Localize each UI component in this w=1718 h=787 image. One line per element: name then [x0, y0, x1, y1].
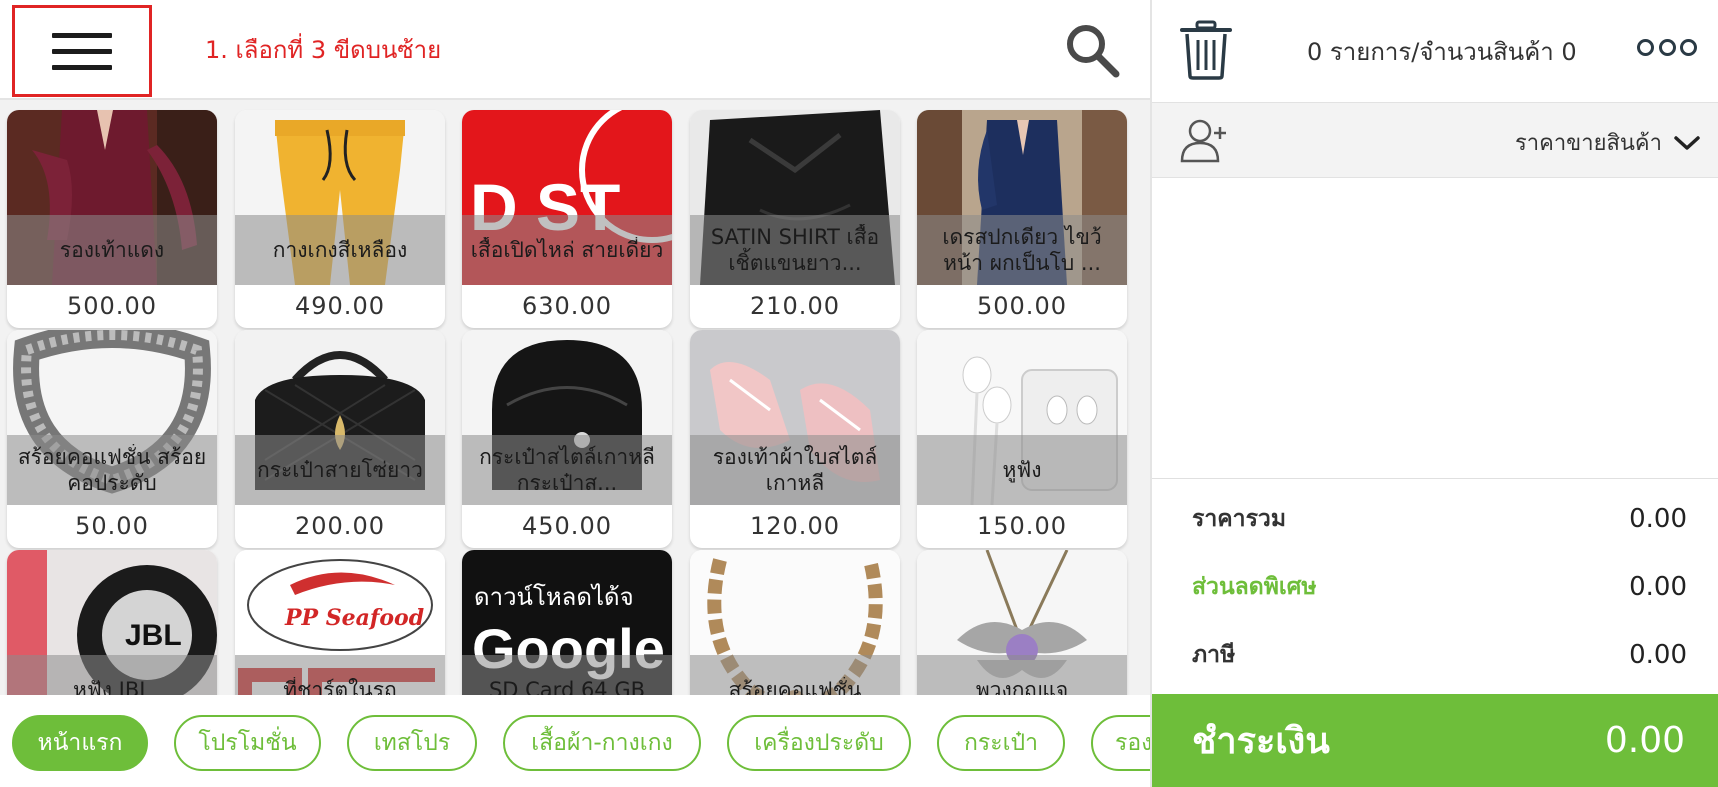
- jbl-logo-text: JBL: [125, 619, 182, 652]
- clear-cart-button[interactable]: [1180, 20, 1232, 80]
- product-card[interactable]: กางเกงสีเหลือง 490.00: [235, 110, 445, 328]
- product-card[interactable]: พวงกุญแจ: [917, 550, 1127, 695]
- banner-top-text: ดาวน์โหลดได้จ: [474, 583, 634, 611]
- product-name: กระเป๋าสไตล์เกาหลี กระเป๋าส...: [479, 445, 655, 495]
- pay-amount: 0.00: [1604, 720, 1685, 761]
- product-panel: 1. เลือกที่ 3 ขีดบนซ้าย รองเท้าแดง 500.0…: [0, 0, 1150, 787]
- product-name: รองเท้าแดง: [59, 238, 165, 262]
- pos-app: 1. เลือกที่ 3 ขีดบนซ้าย รองเท้าแดง 500.0…: [0, 0, 1718, 787]
- add-customer-button[interactable]: [1180, 117, 1230, 163]
- add-customer-icon: [1180, 119, 1226, 163]
- product-name: หูฟัง JBL: [73, 678, 151, 695]
- product-card[interactable]: ดาวน์โหลดได้จ Google SD Card 64 GB: [462, 550, 672, 695]
- discount-label: ส่วนลดพิเศษ: [1192, 574, 1317, 600]
- product-name: ที่ชาร์ตในรถ: [283, 678, 397, 695]
- product-card[interactable]: D ST เสื้อเปิดไหล่ สายเดี่ยว 630.00: [462, 110, 672, 328]
- category-tab-clothing[interactable]: เสื้อผ้า-กางเกง: [503, 715, 701, 771]
- product-card[interactable]: สร้อยคอแฟชั่น สร้อยคอประดับ 50.00: [7, 330, 217, 548]
- cart-items-list: [1152, 178, 1718, 478]
- menu-icon: [52, 31, 112, 71]
- product-card[interactable]: กระเป๋าสไตล์เกาหลี กระเป๋าส... 450.00: [462, 330, 672, 548]
- tax-value: 0.00: [1629, 640, 1687, 670]
- product-name: สร้อยคอแฟชั่น สร้อยคอประดับ: [17, 445, 207, 495]
- subtotal-value: 0.00: [1629, 504, 1687, 534]
- trash-icon: [1180, 20, 1232, 80]
- category-tab-shoes[interactable]: รองเท้า: [1091, 715, 1150, 771]
- product-price: 120.00: [750, 512, 840, 540]
- product-card[interactable]: รองเท้าผ้าใบสไตล์เกาหลี 120.00: [690, 330, 900, 548]
- chevron-down-icon: [1674, 135, 1700, 150]
- category-bar: หน้าแรก โปรโมชั่น เทสโปร เสื้อผ้า-กางเกง…: [0, 695, 1150, 787]
- product-price: 500.00: [67, 292, 157, 320]
- product-price: 150.00: [977, 512, 1067, 540]
- menu-button[interactable]: [12, 5, 152, 97]
- product-price: 210.00: [750, 292, 840, 320]
- product-name: SATIN SHIRT เสื้อเชิ้ตแขนยาว...: [710, 225, 880, 275]
- more-button[interactable]: [1637, 36, 1697, 58]
- customer-bar: ราคาขายสินค้า: [1152, 102, 1718, 178]
- discount-value: 0.00: [1629, 572, 1687, 602]
- cart-count: 0 รายการ/จำนวนสินค้า 0: [1307, 38, 1577, 66]
- product-name: เดรสปกเดียว ไขว้หน้า ผกเป็นโบ ...: [942, 225, 1102, 275]
- cart-header: 0 รายการ/จำนวนสินค้า 0: [1152, 0, 1718, 100]
- instruction-hint: 1. เลือกที่ 3 ขีดบนซ้าย: [205, 36, 442, 64]
- price-type-label: ราคาขายสินค้า: [1514, 131, 1662, 156]
- pp-seafood-logo-text: PP Seafood: [284, 605, 424, 631]
- product-price: 490.00: [295, 292, 385, 320]
- product-price: 200.00: [295, 512, 385, 540]
- product-name: พวงกุญแจ: [975, 678, 1069, 695]
- product-name: หูฟัง: [1002, 458, 1042, 482]
- product-name: กางเกงสีเหลือง: [272, 238, 408, 262]
- product-card[interactable]: รองเท้าแดง 500.00: [7, 110, 217, 328]
- product-card[interactable]: SATIN SHIRT เสื้อเชิ้ตแขนยาว... 210.00: [690, 110, 900, 328]
- top-bar: 1. เลือกที่ 3 ขีดบนซ้าย: [0, 0, 1150, 100]
- pay-label: ชำระเงิน: [1192, 721, 1330, 762]
- tax-row: ภาษี 0.00: [1192, 637, 1687, 673]
- product-card[interactable]: หูฟัง 150.00: [917, 330, 1127, 548]
- category-tab-promotion[interactable]: โปรโมชั่น: [174, 715, 321, 771]
- product-card[interactable]: PP Seafood ที่ชาร์ตในรถ: [235, 550, 445, 695]
- product-price: 50.00: [75, 512, 149, 540]
- category-tab-home[interactable]: หน้าแรก: [12, 715, 148, 771]
- product-name: เสื้อเปิดไหล่ สายเดี่ยว: [470, 238, 664, 262]
- category-tab-jewelry[interactable]: เครื่องประดับ: [727, 715, 911, 771]
- subtotal-label: ราคารวม: [1192, 506, 1286, 532]
- product-price: 450.00: [522, 512, 612, 540]
- search-icon: [1067, 25, 1120, 78]
- category-tab-bags[interactable]: กระเป๋า: [937, 715, 1065, 771]
- product-card[interactable]: เดรสปกเดียว ไขว้หน้า ผกเป็นโบ ... 500.00: [917, 110, 1127, 328]
- search-button[interactable]: [1062, 20, 1122, 80]
- product-price: 630.00: [522, 292, 612, 320]
- more-icon: [1637, 38, 1654, 56]
- product-card[interactable]: JBL หูฟัง JBL: [7, 550, 217, 695]
- product-name: SD Card 64 GB: [488, 678, 646, 695]
- product-name: กระเป๋าสายโซ่ยาว: [257, 458, 423, 482]
- product-name: รองเท้าผ้าใบสไตล์เกาหลี: [712, 445, 878, 495]
- pay-button[interactable]: ชำระเงิน 0.00: [1152, 694, 1718, 787]
- product-grid: รองเท้าแดง 500.00 กางเกงสีเหลือง 490.00: [0, 102, 1150, 695]
- price-type-select[interactable]: ราคาขายสินค้า: [1515, 125, 1700, 160]
- cart-summary: ราคารวม 0.00 ส่วนลดพิเศษ 0.00 ภาษี 0.00: [1152, 478, 1718, 693]
- product-name: สร้อยคอแฟชั่น: [728, 678, 862, 695]
- discount-row[interactable]: ส่วนลดพิเศษ 0.00: [1192, 569, 1687, 605]
- category-tab-test-promo[interactable]: เทสโปร: [347, 715, 477, 771]
- product-price: 500.00: [977, 292, 1067, 320]
- tax-label: ภาษี: [1192, 642, 1236, 668]
- subtotal-row: ราคารวม 0.00: [1192, 501, 1687, 537]
- product-card[interactable]: สร้อยคอแฟชั่น: [690, 550, 900, 695]
- product-card[interactable]: กระเป๋าสายโซ่ยาว 200.00: [235, 330, 445, 548]
- cart-panel: 0 รายการ/จำนวนสินค้า 0 ราคาขายสินค้า ราค…: [1150, 0, 1718, 787]
